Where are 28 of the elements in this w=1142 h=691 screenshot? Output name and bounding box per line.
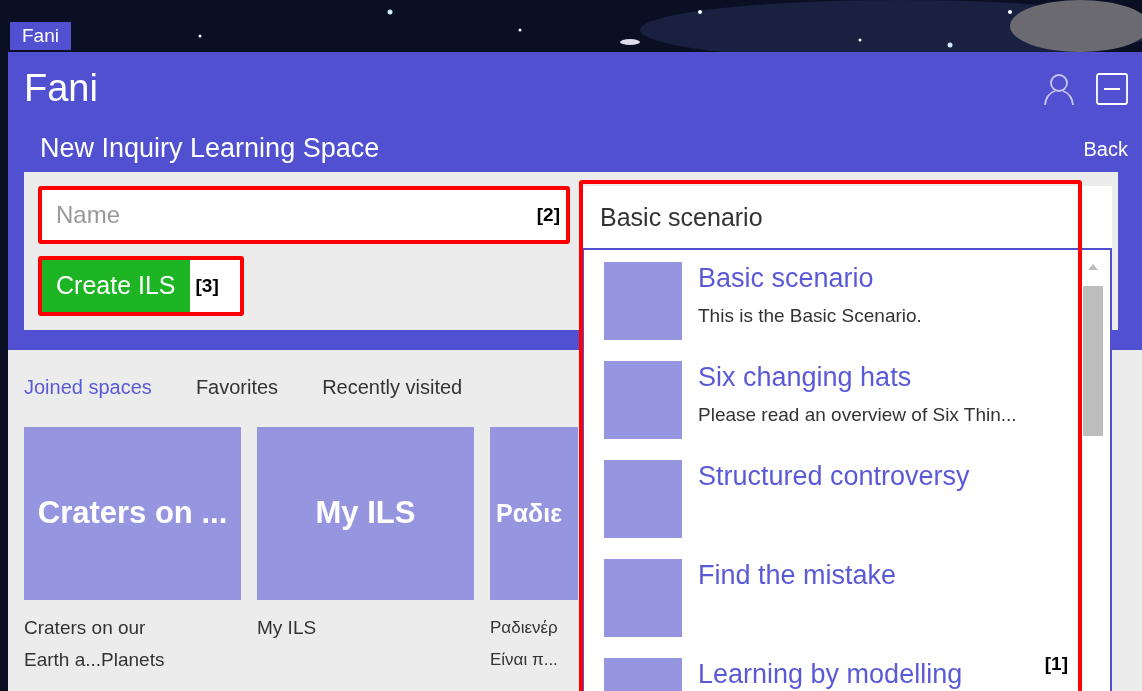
- search-field[interactable]: Basic scenario: [582, 186, 1112, 248]
- tab[interactable]: Joined spaces: [24, 372, 152, 402]
- app-title: Fani: [24, 66, 98, 111]
- scenario-description: This is the Basic Scenario.: [698, 304, 922, 328]
- scenario-title[interactable]: Structured controversy: [698, 460, 970, 492]
- tab[interactable]: Favorites: [195, 372, 279, 402]
- minimize-icon[interactable]: [1096, 72, 1128, 105]
- scenario-title[interactable]: Six changing hats: [698, 361, 1017, 393]
- scenario-title[interactable]: Basic scenario: [698, 262, 922, 294]
- space-tile[interactable]: Ραδιε: [490, 427, 578, 600]
- create-button[interactable]: Create ILS: [42, 260, 190, 312]
- annotation-label: [1]: [1043, 651, 1069, 676]
- space-tile[interactable]: Craters on ...: [24, 427, 241, 600]
- space-caption: Ραδιενέρ Είναι π...: [490, 617, 559, 671]
- space-caption: Craters on our Earth a...Planets: [24, 616, 166, 672]
- tab[interactable]: Recently visited: [322, 372, 463, 402]
- space-tile[interactable]: My ILS: [257, 427, 474, 600]
- scenario-title[interactable]: Learning by modelling: [698, 658, 963, 690]
- scenario-title[interactable]: Find the mistake: [698, 559, 897, 591]
- annotation-label: [3]: [194, 273, 220, 298]
- annotation-label: [2]: [530, 190, 566, 240]
- page-title: New Inquiry Learning Space: [40, 132, 380, 166]
- scenario-description: Please read an overview of Six Thin...: [698, 403, 1017, 427]
- name-field[interactable]: Name: [42, 190, 531, 240]
- space-caption: My ILS: [257, 616, 318, 640]
- app-tag: Fani: [10, 22, 71, 50]
- back-link[interactable]: Back: [1083, 133, 1128, 164]
- user-icon[interactable]: [1042, 71, 1076, 106]
